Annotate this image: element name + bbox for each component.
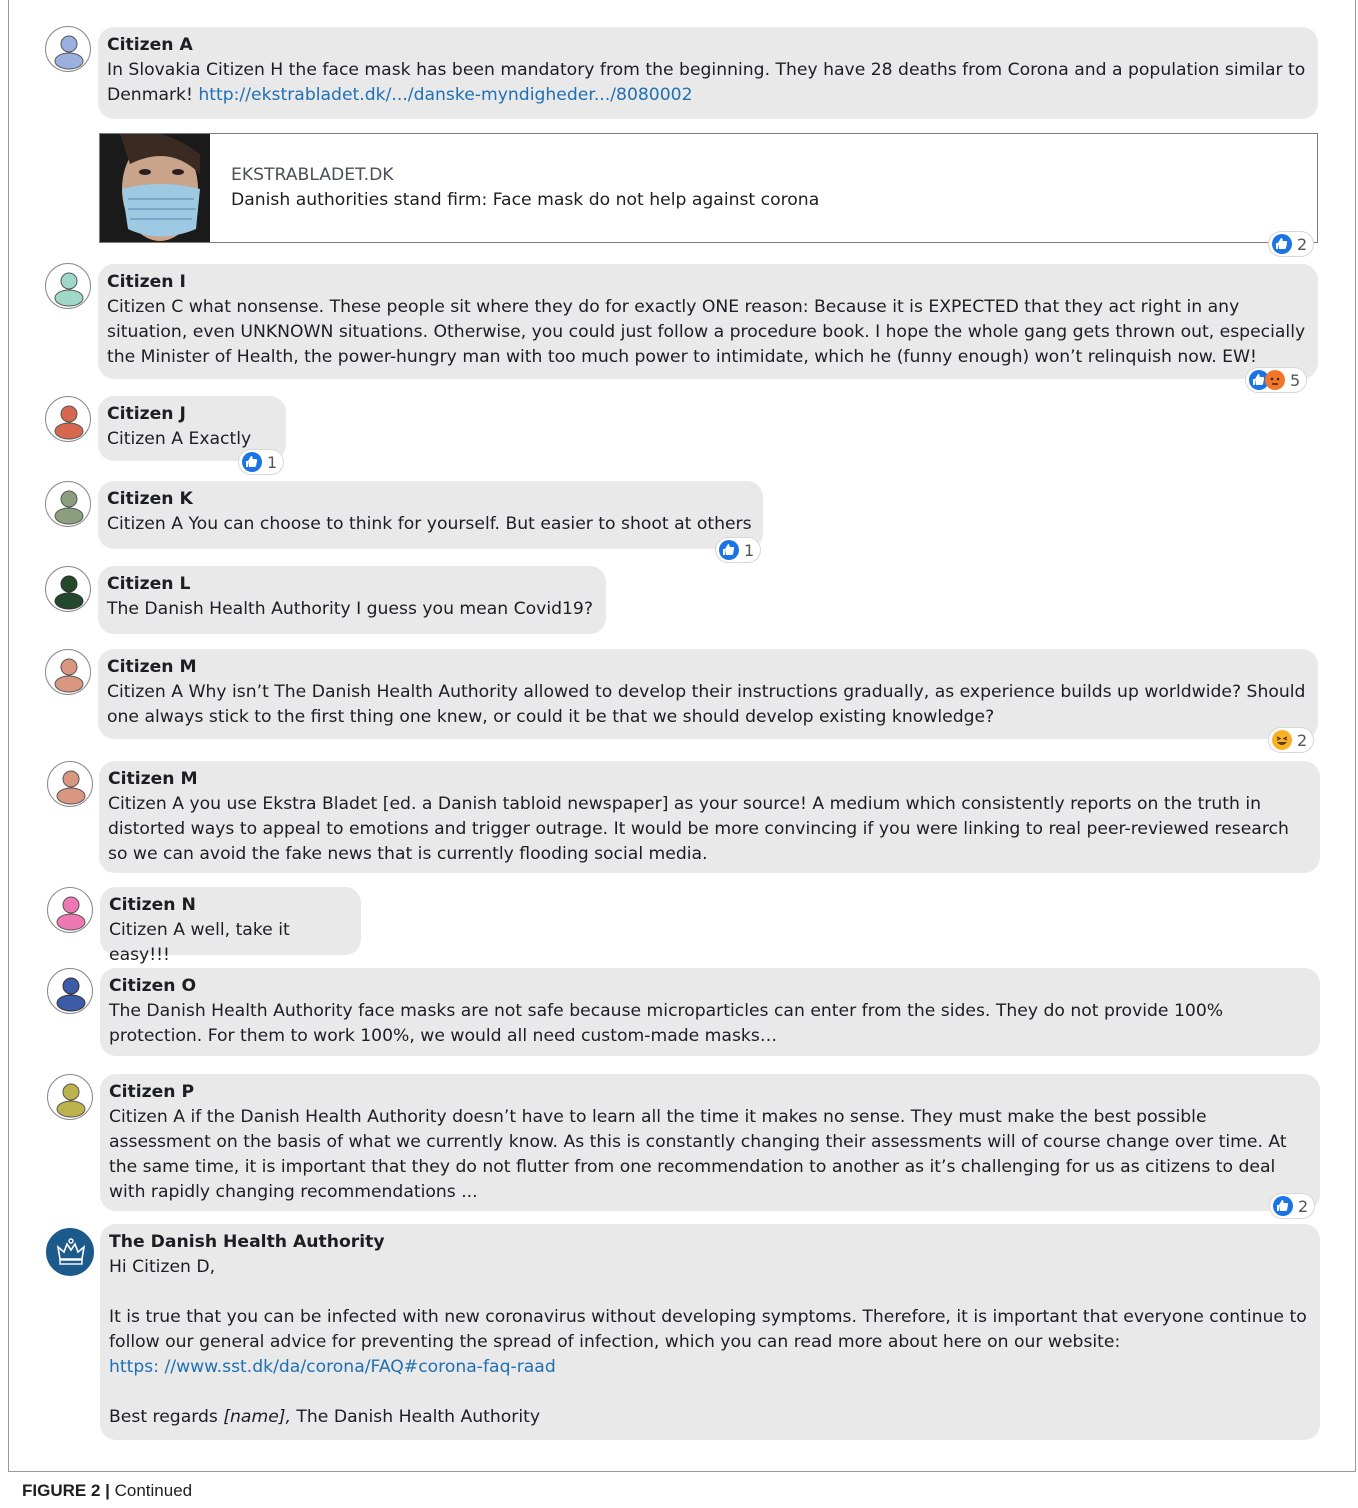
comment-bubble: Citizen O The Danish Health Authority fa… xyxy=(100,968,1320,1056)
reaction-count: 2 xyxy=(1297,730,1308,750)
avatar[interactable] xyxy=(47,887,93,933)
reply-author[interactable]: The Danish Health Authority xyxy=(109,1230,1310,1255)
comment-author[interactable]: Citizen M xyxy=(108,767,1310,792)
comment-text: In Slovakia Citizen H the face mask has … xyxy=(107,60,1311,105)
reaction-count: 1 xyxy=(267,452,278,472)
comment-text: Citizen A well, take it easy!!! xyxy=(109,920,296,965)
comment-author[interactable]: Citizen L xyxy=(107,572,596,597)
reply-body: It is true that you can be infected with… xyxy=(109,1307,1313,1352)
reaction-badge[interactable]: 1 xyxy=(239,450,284,474)
comment-bubble: Citizen L The Danish Health Authority I … xyxy=(98,566,606,634)
avatar[interactable] xyxy=(45,263,91,309)
figure-caption: FIGURE 2 | Continued xyxy=(22,1481,192,1501)
reaction-badge[interactable]: 2 xyxy=(1269,232,1314,256)
reply-greeting: Hi Citizen D, xyxy=(109,1257,216,1277)
caption-text: Continued xyxy=(109,1481,193,1500)
reaction-badge[interactable]: 5 xyxy=(1246,368,1307,392)
comment-author[interactable]: Citizen J xyxy=(107,402,276,427)
comment-author[interactable]: Citizen O xyxy=(109,974,1310,999)
comment-link[interactable]: http://ekstrabladet.dk/.../danske-myndig… xyxy=(198,85,692,105)
angry-icon xyxy=(1265,370,1285,390)
comment-text: Citizen A you use Ekstra Bladet [ed. a D… xyxy=(108,794,1295,864)
preview-domain: EKSTRABLADET.DK xyxy=(231,165,394,185)
avatar[interactable] xyxy=(45,481,91,527)
comment-text: Citizen A Why isn’t The Danish Health Au… xyxy=(107,682,1311,727)
comment-author[interactable]: Citizen A xyxy=(107,33,1308,58)
avatar[interactable] xyxy=(45,396,91,442)
comment-author[interactable]: Citizen I xyxy=(107,270,1308,295)
comment-bubble: Citizen I Citizen C what nonsense. These… xyxy=(98,264,1318,379)
reaction-count: 1 xyxy=(744,540,755,560)
link-preview-card[interactable]: EKSTRABLADET.DK Danish authorities stand… xyxy=(99,133,1318,243)
reaction-badge[interactable]: 2 xyxy=(1269,728,1314,752)
avatar[interactable] xyxy=(45,649,91,695)
comment-text: Citizen C what nonsense. These people si… xyxy=(107,297,1311,367)
authority-avatar[interactable] xyxy=(46,1228,94,1276)
reply-bubble: The Danish Health Authority Hi Citizen D… xyxy=(100,1224,1320,1440)
like-icon xyxy=(1272,234,1292,254)
avatar[interactable] xyxy=(45,566,91,612)
reply-link[interactable]: https: //www.sst.dk/da/corona/FAQ#corona… xyxy=(109,1355,1310,1380)
comment-text: Citizen A if the Danish Health Authority… xyxy=(109,1107,1293,1202)
comment-text: Citizen A You can choose to think for yo… xyxy=(107,514,752,534)
article-thumbnail[interactable] xyxy=(100,134,210,242)
like-icon xyxy=(242,452,262,472)
avatar[interactable] xyxy=(45,26,91,72)
reaction-badge[interactable]: 1 xyxy=(716,538,761,562)
comment-author[interactable]: Citizen M xyxy=(107,655,1308,680)
like-icon xyxy=(719,540,739,560)
reaction-count: 2 xyxy=(1298,1196,1309,1216)
comment-bubble: Citizen P Citizen A if the Danish Health… xyxy=(100,1074,1320,1211)
like-icon xyxy=(1273,1196,1293,1216)
comment-bubble: Citizen M Citizen A Why isn’t The Danish… xyxy=(98,649,1318,739)
comment-text: The Danish Health Authority I guess you … xyxy=(107,599,593,619)
comment-bubble: Citizen M Citizen A you use Ekstra Blade… xyxy=(99,761,1320,873)
comment-bubble: Citizen N Citizen A well, take it easy!!… xyxy=(100,887,361,965)
comment-bubble: Citizen A In Slovakia Citizen H the face… xyxy=(98,27,1318,119)
caption-label: FIGURE 2 | xyxy=(22,1481,110,1500)
reaction-badge[interactable]: 2 xyxy=(1270,1194,1315,1218)
preview-title[interactable]: Danish authorities stand firm: Face mask… xyxy=(231,190,819,210)
haha-icon xyxy=(1272,730,1292,750)
comment-text: The Danish Health Authority face masks a… xyxy=(109,1001,1229,1046)
comment-author[interactable]: Citizen P xyxy=(109,1080,1310,1105)
comment-author[interactable]: Citizen N xyxy=(109,893,351,918)
comment-author[interactable]: Citizen K xyxy=(107,487,753,512)
comment-bubble: Citizen K Citizen A You can choose to th… xyxy=(98,481,763,549)
crown-icon xyxy=(56,1238,86,1265)
reaction-count: 5 xyxy=(1290,370,1301,390)
avatar[interactable] xyxy=(47,761,93,807)
comment-text: Citizen A Exactly xyxy=(107,429,252,449)
reply-signoff: Best regards [name], The Danish Health A… xyxy=(109,1407,541,1427)
avatar[interactable] xyxy=(47,968,93,1014)
avatar[interactable] xyxy=(47,1074,93,1120)
reaction-count: 2 xyxy=(1297,234,1308,254)
